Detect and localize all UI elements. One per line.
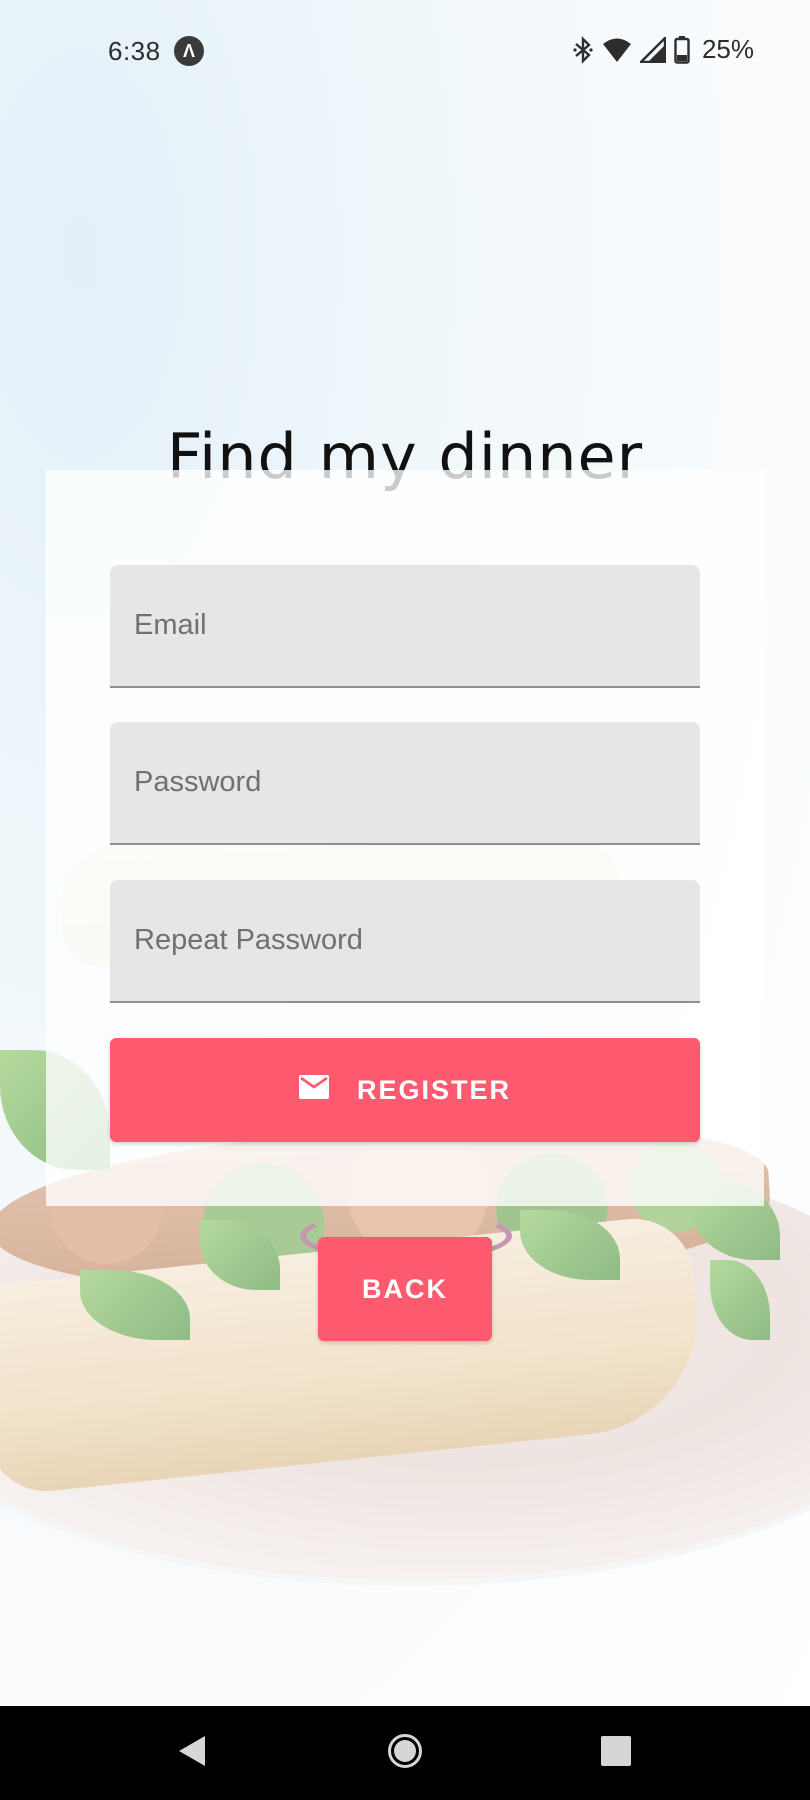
nav-back-button[interactable] <box>152 1706 232 1800</box>
wifi-icon <box>602 37 632 63</box>
status-time: 6:38 <box>108 36 161 66</box>
system-icons: 25% <box>572 34 754 65</box>
cell-signal-icon <box>639 36 666 63</box>
battery-percent: 25% <box>701 34 754 64</box>
password-input[interactable] <box>110 722 700 843</box>
battery-icon <box>674 35 690 64</box>
recents-square-icon <box>601 1735 631 1771</box>
bluetooth-icon <box>572 35 594 64</box>
nav-home-button[interactable] <box>365 1706 445 1800</box>
back-button[interactable]: BACK <box>318 1237 492 1341</box>
app-notification-icon: Λ <box>174 36 204 66</box>
email-input[interactable] <box>110 565 700 686</box>
password-field[interactable] <box>110 722 700 845</box>
repeat-password-field[interactable] <box>110 880 700 1003</box>
home-circle-icon <box>387 1733 423 1774</box>
register-button[interactable]: REGISTER <box>110 1038 700 1142</box>
navigation-bar <box>0 1706 810 1800</box>
status-bar: 6:38 Λ 25% <box>0 0 810 100</box>
back-triangle-icon <box>177 1735 207 1772</box>
repeat-password-input[interactable] <box>110 880 700 1001</box>
email-field[interactable] <box>110 565 700 688</box>
mail-icon <box>298 1074 329 1106</box>
back-button-label: BACK <box>362 1273 448 1304</box>
register-button-label: REGISTER <box>356 1074 512 1105</box>
nav-recents-button[interactable] <box>576 1706 656 1800</box>
